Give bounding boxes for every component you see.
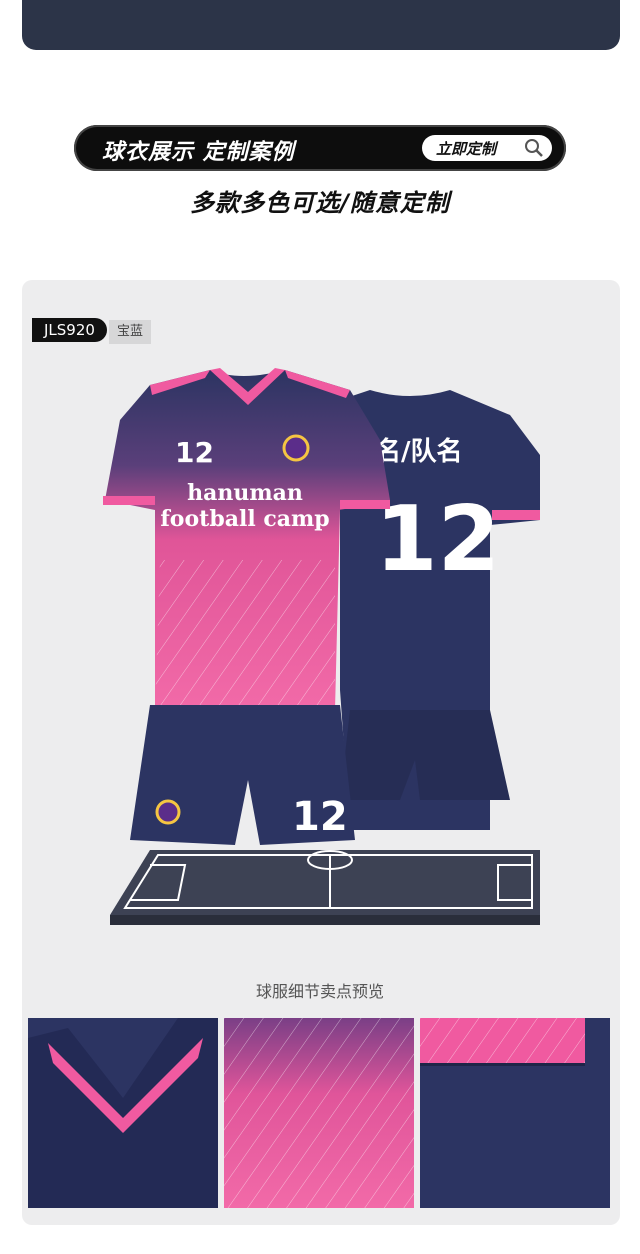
team-badge-icon <box>282 434 310 462</box>
top-decorative-bar <box>22 0 620 50</box>
customize-now-button[interactable]: 立即定制 <box>422 135 552 161</box>
subtitle: 多款多色可选/随意定制 <box>190 189 450 217</box>
front-text-line1: hanuman <box>187 480 303 506</box>
back-number: 12 <box>375 487 500 592</box>
customize-now-label: 立即定制 <box>436 140 497 158</box>
detail-hem-image <box>420 1018 610 1208</box>
detail-collar-image <box>28 1018 218 1208</box>
search-icon <box>525 139 543 157</box>
details-caption: 球服细节卖点预览 <box>255 982 384 1001</box>
front-text-line2: football camp <box>160 506 329 532</box>
football-kit-illustration: 名/队名 12 12 hanuman football camp 12 <box>103 368 540 925</box>
model-tag: JLS920 宝蓝 <box>32 318 151 344</box>
front-shorts: 12 <box>130 705 355 845</box>
banner-title: 球衣展示 定制案例 <box>102 140 295 165</box>
model-code: JLS920 <box>32 318 107 342</box>
color-name: 宝蓝 <box>108 320 151 344</box>
field-platform <box>110 850 540 925</box>
shorts-badge-icon <box>155 799 181 825</box>
section-banner: 球衣展示 定制案例 立即定制 <box>74 125 566 171</box>
shorts-number: 12 <box>292 794 348 840</box>
back-name: 名/队名 <box>375 436 463 467</box>
front-number: 12 <box>175 436 214 469</box>
detail-pattern-image <box>224 1018 414 1208</box>
